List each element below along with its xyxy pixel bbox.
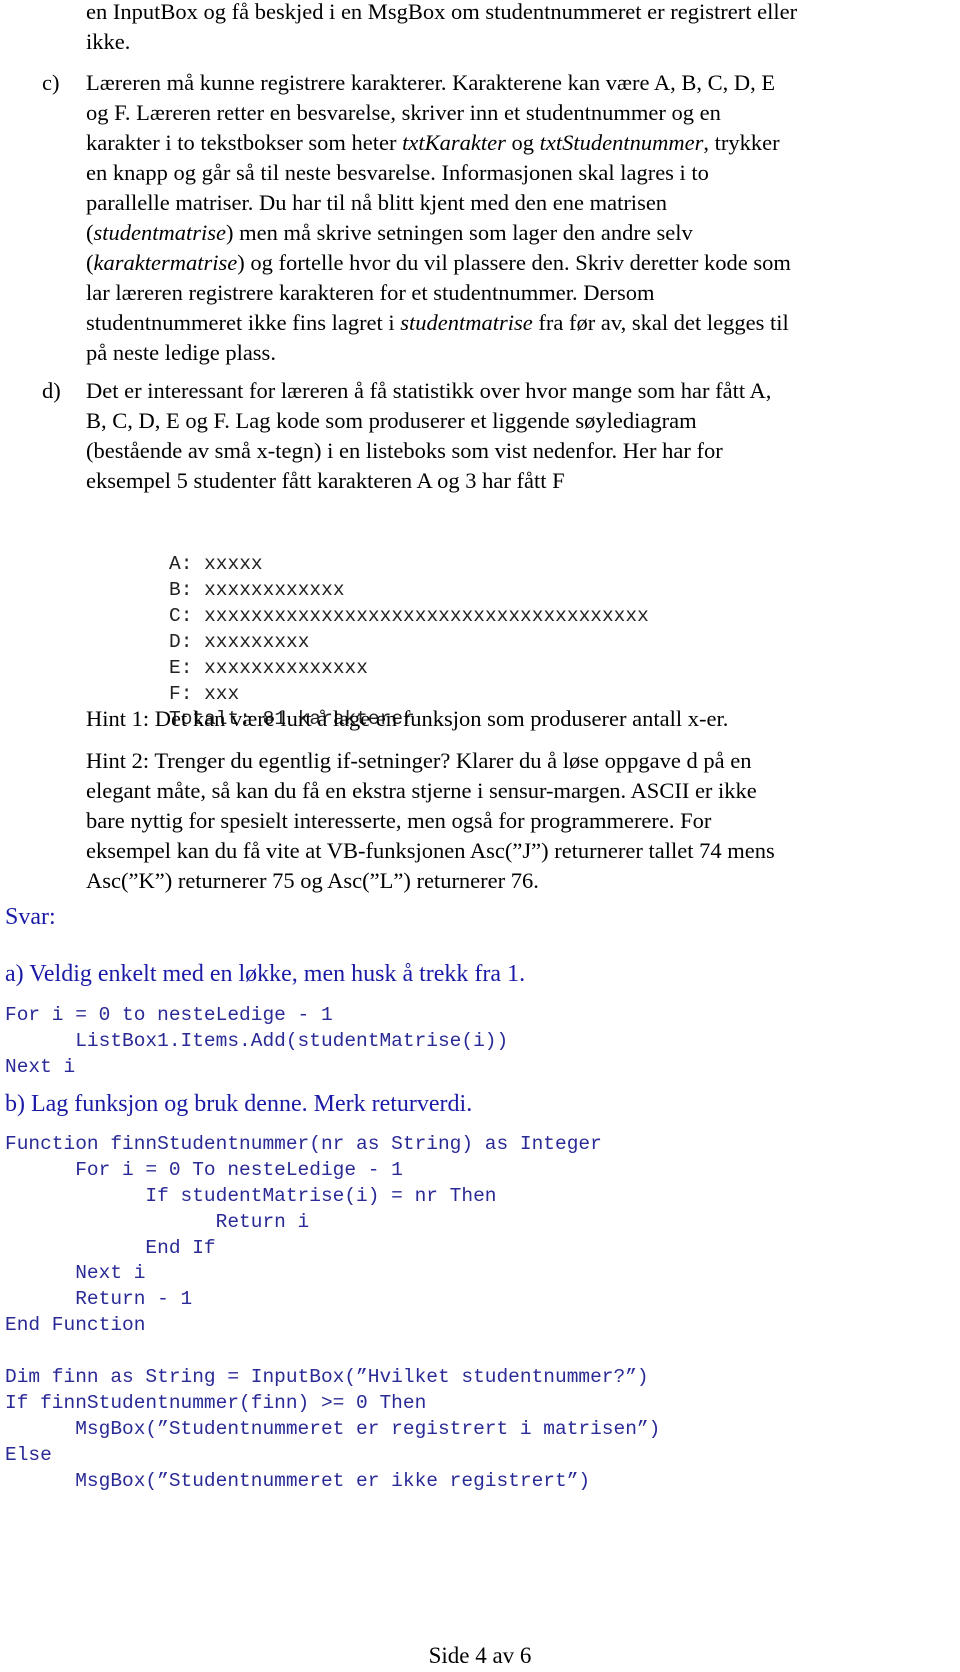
intro-line-1: en InputBox og få beskjed i en MsgBox om… (86, 0, 798, 24)
chart-bar: xxxxxxxxx (204, 630, 310, 653)
chart-category-label: F: (169, 682, 205, 705)
answer-b-code: Function finnStudentnummer(nr as String)… (5, 1132, 660, 1494)
intro-line-2: ikke. (86, 29, 131, 54)
task-c-line: Læreren må kunne registrere karakterer. … (86, 70, 776, 95)
code-line: For i = 0 to nesteLedige - 1 (5, 1004, 333, 1026)
answer-a-heading: a) Veldig enkelt med en løkke, men husk … (5, 961, 526, 987)
chart-category-label: B: (169, 578, 205, 601)
hint-2-line: Hint 2: Trenger du egentlig if-setninger… (86, 748, 752, 773)
chart-category-label: A: (169, 553, 205, 575)
hint-1: Hint 1: Det kan være lurt å lage en funk… (86, 706, 729, 731)
code-line: Return - 1 (5, 1288, 193, 1311)
chart-bar: xxxxxxxxxxxxxxxxxxxxxxxxxxxxxxxxxxxxxx (204, 604, 649, 627)
answer-label: Svar: (5, 904, 56, 930)
identifier-name: karaktermatrise (93, 250, 238, 275)
task-c-line: (karaktermatrise) og fortelle hvor du vi… (86, 250, 791, 275)
page-number: Side 4 av 6 (428, 1643, 532, 1668)
chart-category-label: E: (169, 656, 205, 679)
chart-category-label: D: (169, 630, 205, 653)
chart-bar-row-a: A: xxxxx (169, 552, 649, 578)
chart-category-label: C: (169, 604, 205, 627)
code-line: Function finnStudentnummer(nr as String)… (5, 1133, 602, 1155)
task-c-line: studentnummeret ikke fins lagret i stude… (86, 310, 789, 335)
code-line: ListBox1.Items.Add(studentMatrise(i)) (5, 1029, 509, 1052)
task-c-label: c) (42, 70, 60, 95)
code-line: If studentMatrise(i) = nr Then (5, 1184, 497, 1207)
task-c-line: en knapp og går så til neste besvarelse.… (86, 160, 709, 185)
task-c-line: og F. Læreren retter en besvarelse, skri… (86, 100, 721, 125)
answer-b-heading: b) Lag funksjon og bruk denne. Merk retu… (5, 1091, 473, 1117)
answer-a-code: For i = 0 to nesteLedige - 1 ListBox1.It… (5, 1003, 508, 1081)
chart-bar-row-e: E: xxxxxxxxxxxxxx (169, 656, 649, 682)
code-line: For i = 0 To nesteLedige - 1 (5, 1158, 403, 1181)
identifier-name: txtKarakter (402, 130, 506, 155)
hint-2-line: bare nyttig for spesielt interesserte, m… (86, 808, 712, 833)
code-line: MsgBox(”Studentnummeret er registrert i … (5, 1417, 661, 1440)
task-c-line: (studentmatrise) men må skrive setningen… (86, 220, 693, 245)
chart-bar: xxxxx (204, 553, 263, 575)
chart-bar-row-b: B: xxxxxxxxxxxx (169, 578, 649, 604)
task-c-line: lar læreren registrere karakteren for et… (86, 280, 655, 305)
code-line: MsgBox(”Studentnummeret er ikke registre… (5, 1469, 591, 1492)
task-d-line: eksempel 5 studenter fått karakteren A o… (86, 468, 565, 493)
hint-2-line: eksempel kan du få vite at VB-funksjonen… (86, 838, 775, 863)
code-line: Return i (5, 1210, 310, 1233)
identifier-name: studentmatrise (93, 220, 227, 245)
task-d-line: B, C, D, E og F. Lag kode som produserer… (86, 408, 697, 433)
task-d-line: Det er interessant for læreren å få stat… (86, 378, 772, 403)
task-c-line: parallelle matriser. Du har til nå blitt… (86, 190, 668, 215)
identifier-name: txtStudentnummer (539, 130, 704, 155)
hint-2-line: elegant måte, så kan du få en ekstra stj… (86, 778, 757, 803)
code-line: Next i (5, 1055, 76, 1078)
chart-bar: xxxxxxxxxxxxxx (204, 656, 368, 679)
code-line: Dim finn as String = InputBox(”Hvilket s… (5, 1366, 649, 1389)
code-line: End If (5, 1236, 216, 1259)
code-line: Next i (5, 1262, 146, 1285)
chart-bar-row-c: C: xxxxxxxxxxxxxxxxxxxxxxxxxxxxxxxxxxxxx… (169, 604, 649, 630)
task-d-line: (bestående av små x-tegn) i en listeboks… (86, 438, 723, 463)
chart-bar: xxxxxxxxxxxx (204, 578, 345, 601)
hint-2-line: Asc(”K”) returnerer 75 og Asc(”L”) retur… (86, 868, 539, 893)
chart-bar: xxx (204, 682, 240, 705)
code-line: If finnStudentnummer(finn) >= 0 Then (5, 1391, 427, 1414)
task-c-line: på neste ledige plass. (86, 340, 276, 365)
code-line: End Function (5, 1314, 146, 1337)
chart-bar-row-d: D: xxxxxxxxx (169, 630, 649, 656)
task-c-line: karakter i to tekstbokser som heter txtK… (86, 130, 780, 155)
identifier-name: studentmatrise (400, 310, 533, 335)
task-d-label: d) (42, 378, 61, 403)
code-line: Else (5, 1443, 52, 1466)
